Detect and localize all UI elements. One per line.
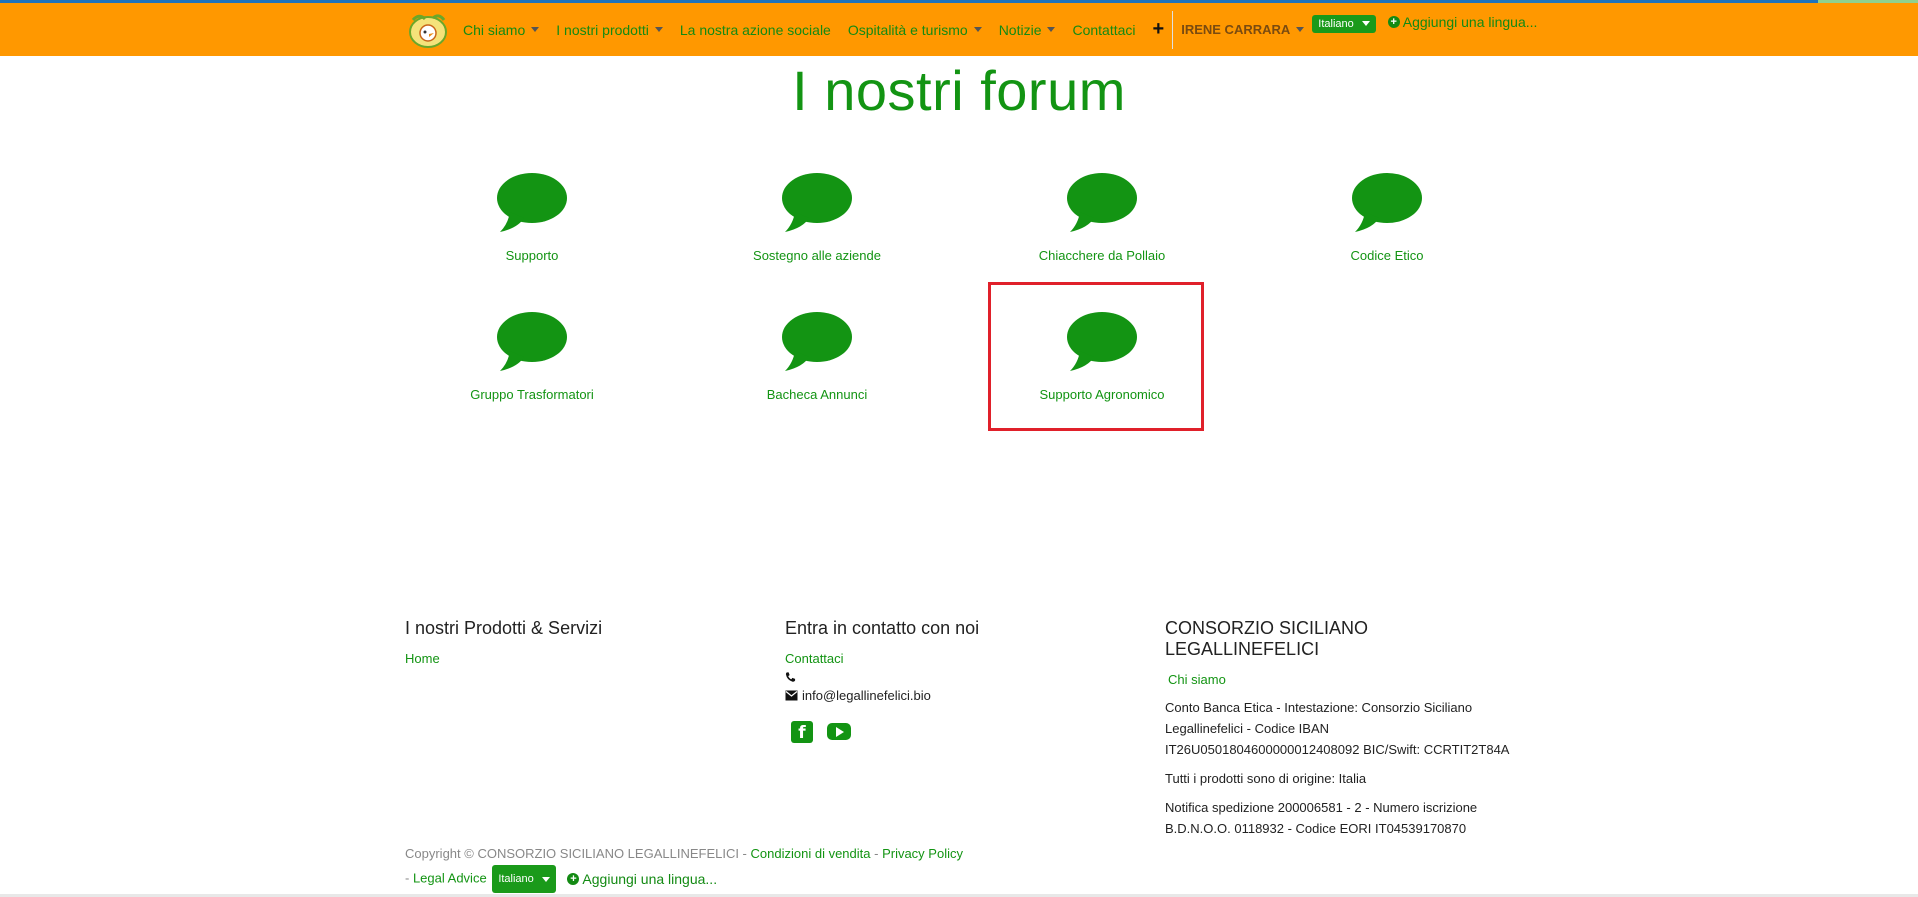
- forum-sostegno-aziende[interactable]: Sostegno alle aziende: [707, 172, 927, 263]
- footer-language-select[interactable]: Italiano: [492, 865, 556, 893]
- forum-chiacchere-pollaio[interactable]: Chiacchere da Pollaio: [992, 172, 1212, 263]
- forum-label: Chiacchere da Pollaio: [1038, 248, 1166, 263]
- bank-info: Conto Banca Etica - Intestazione: Consor…: [1165, 700, 1510, 757]
- copyright-line2: - Legal Advice Italiano + Aggiungi una li…: [405, 865, 963, 893]
- email-row: info@legallinefelici.bio: [785, 688, 1125, 703]
- navbar: Chi siamo I nostri prodotti La nostra az…: [0, 3, 1918, 56]
- user-name: IRENE CARRARA: [1181, 22, 1291, 37]
- highlight-box: [988, 282, 1204, 431]
- chevron-down-icon: [654, 27, 663, 32]
- chevron-down-icon: [1296, 27, 1305, 32]
- forum-bacheca-annunci[interactable]: Bacheca Annunci: [707, 311, 927, 402]
- youtube-icon[interactable]: [827, 723, 851, 740]
- footer-home-link[interactable]: Home: [405, 651, 745, 666]
- add-language-label: Aggiungi una lingua...: [1402, 13, 1538, 30]
- speech-bubble-icon: [1067, 173, 1137, 232]
- copyright-text: Copyright © CONSORZIO SICILIANO LEGALLIN…: [405, 846, 747, 861]
- speech-bubble-icon: [497, 312, 567, 371]
- copyright-line1: Copyright © CONSORZIO SICILIANO LEGALLIN…: [405, 843, 963, 865]
- add-language-link[interactable]: + Aggiungi una lingua...: [1387, 13, 1538, 30]
- chevron-down-icon: [973, 27, 982, 32]
- forum-supporto[interactable]: Supporto: [422, 172, 642, 263]
- footer-add-language-link[interactable]: + Aggiungi una lingua...: [567, 868, 717, 890]
- nav-contattaci-label: Contattaci: [1072, 21, 1136, 38]
- nav-prodotti-label: I nostri prodotti: [556, 21, 649, 38]
- conditions-link[interactable]: Condizioni di vendita: [751, 846, 871, 861]
- nav-chi-siamo-label: Chi siamo: [463, 21, 526, 38]
- chevron-down-icon: [531, 27, 540, 32]
- forum-codice-etico[interactable]: Codice Etico: [1277, 172, 1497, 263]
- forum-gruppo-trasformatori[interactable]: Gruppo Trasformatori: [422, 311, 642, 402]
- speech-bubble-icon: [497, 173, 567, 232]
- plus-icon[interactable]: +: [1153, 18, 1165, 41]
- footer-chi-siamo-link[interactable]: Chi siamo: [1168, 672, 1510, 687]
- page-title: I nostri forum: [792, 59, 1126, 122]
- privacy-link[interactable]: Privacy Policy: [882, 846, 963, 861]
- footer-contact-link[interactable]: Contattaci: [785, 651, 1125, 666]
- user-menu[interactable]: IRENE CARRARA: [1181, 22, 1305, 37]
- site-logo[interactable]: [405, 11, 451, 49]
- nav-notizie[interactable]: Notizie: [999, 22, 1056, 38]
- forum-label: Sostegno alle aziende: [753, 248, 881, 263]
- phone-icon: [785, 672, 796, 682]
- separator: -: [405, 870, 413, 886]
- nav-azione-sociale-label: La nostra azione sociale: [679, 21, 831, 38]
- footer-consortium: CONSORZIO SICILIANO LEGALLINEFELICI Chi …: [1165, 618, 1510, 847]
- separator: -: [870, 846, 883, 861]
- nav-notizie-label: Notizie: [998, 21, 1042, 38]
- nav-inner: Chi siamo I nostri prodotti La nostra az…: [405, 3, 1537, 56]
- forum-label: Supporto: [505, 248, 559, 263]
- language-select[interactable]: Italiano: [1312, 14, 1376, 33]
- speech-bubble-icon: [782, 312, 852, 371]
- forum-label: Gruppo Trasformatori: [470, 387, 594, 402]
- social-links: f: [791, 721, 1125, 743]
- chevron-down-icon: [1361, 21, 1370, 26]
- chevron-down-icon: [1047, 27, 1056, 32]
- nav-prodotti[interactable]: I nostri prodotti: [556, 22, 663, 38]
- origin-info: Tutti i prodotti sono di origine: Italia: [1165, 771, 1367, 786]
- plus-circle-icon: +: [1387, 15, 1400, 28]
- nav-contattaci[interactable]: Contattaci: [1072, 22, 1135, 38]
- footer-contact-heading: Entra in contatto con noi: [785, 618, 980, 638]
- footer-language-value: Italiano: [498, 873, 534, 885]
- plus-circle-icon: +: [567, 873, 580, 886]
- envelope-icon: [785, 690, 798, 701]
- copyright-block: Copyright © CONSORZIO SICILIANO LEGALLIN…: [405, 843, 963, 893]
- footer-contact: Entra in contatto con noi Contattaci inf…: [785, 618, 1125, 743]
- email-address[interactable]: info@legallinefelici.bio: [802, 688, 931, 703]
- nav-azione-sociale[interactable]: La nostra azione sociale: [680, 22, 831, 38]
- footer-products: I nostri Prodotti & Servizi Home: [405, 618, 745, 666]
- forum-label: Bacheca Annunci: [766, 387, 868, 402]
- nav-ospitalita[interactable]: Ospitalità e turismo: [848, 22, 982, 38]
- speech-bubble-icon: [1352, 173, 1422, 232]
- forum-label: Codice Etico: [1350, 248, 1424, 263]
- language-select-value: Italiano: [1318, 17, 1354, 30]
- nav-ospitalita-label: Ospitalità e turismo: [847, 21, 968, 38]
- shipping-notice: Notifica spedizione 200006581 - 2 - Nume…: [1165, 800, 1478, 836]
- nav-divider: [1172, 10, 1174, 49]
- chevron-down-icon: [541, 876, 550, 882]
- legal-advice-link[interactable]: Legal Advice: [413, 870, 487, 885]
- footer-products-heading: I nostri Prodotti & Servizi: [405, 618, 603, 638]
- footer-consortium-heading: CONSORZIO SICILIANO LEGALLINEFELICI: [1165, 618, 1369, 659]
- footer-add-language-label: Aggiungi una lingua...: [582, 871, 718, 888]
- speech-bubble-icon: [782, 173, 852, 232]
- facebook-icon[interactable]: f: [791, 721, 813, 743]
- nav-chi-siamo[interactable]: Chi siamo: [463, 21, 540, 38]
- phone-row: [785, 671, 1125, 683]
